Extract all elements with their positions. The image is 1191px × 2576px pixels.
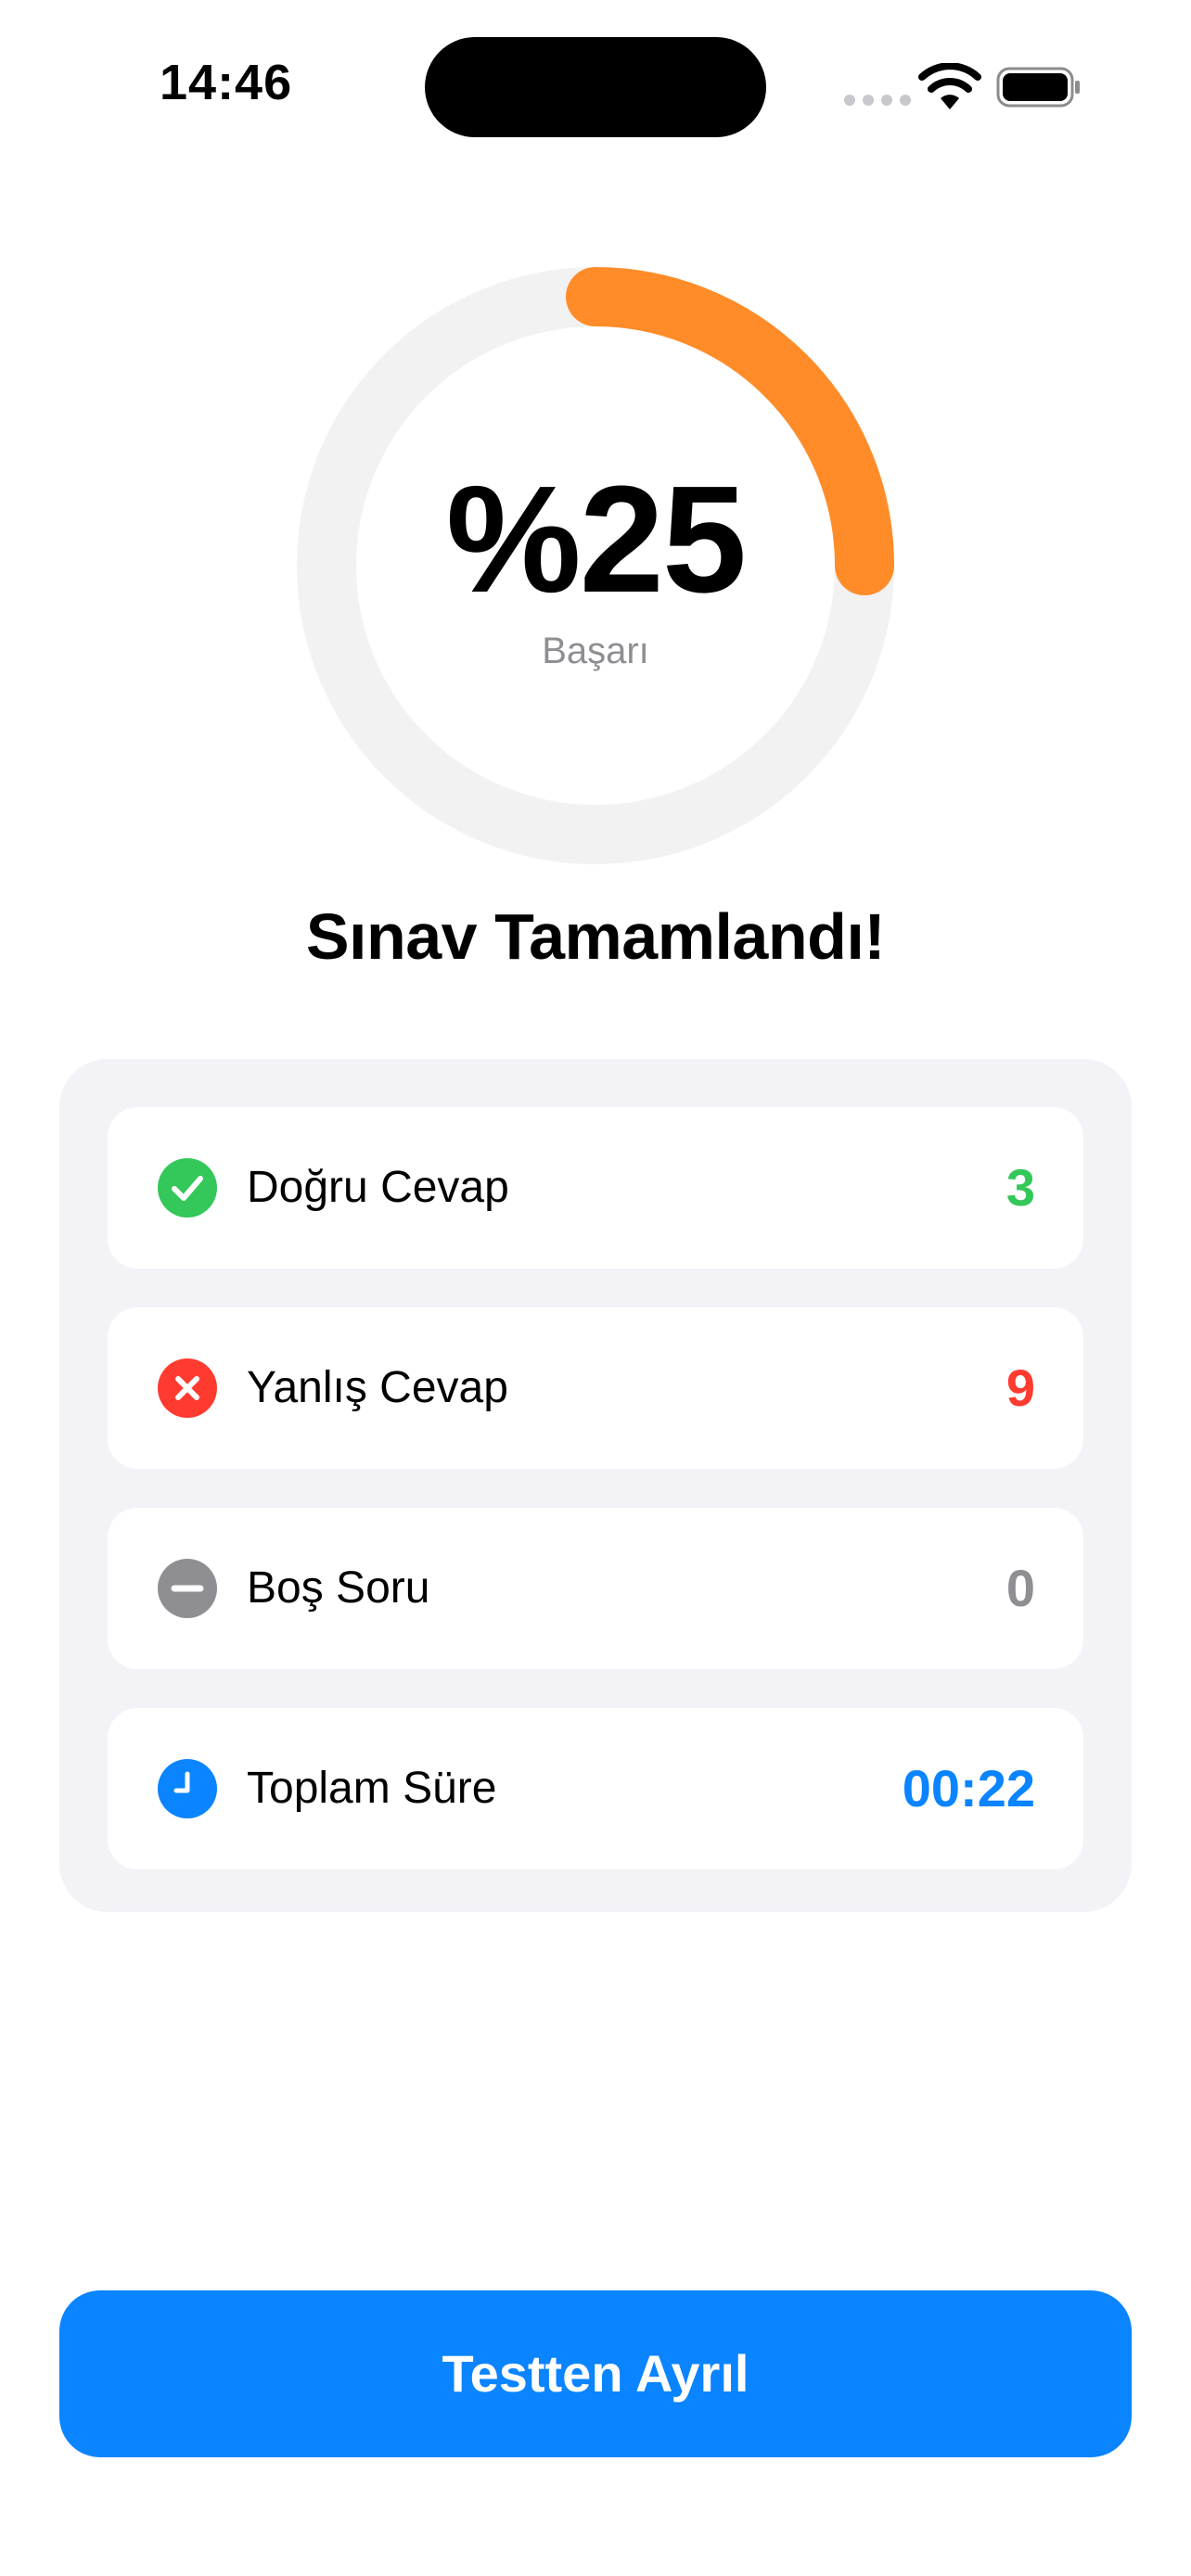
stat-label: Boş Soru [247,1563,430,1613]
leave-test-button[interactable]: Testten Ayrıl [59,2290,1132,2457]
success-percentage: %25 [445,454,747,624]
clock-icon [158,1759,217,1818]
stat-label: Yanlış Cevap [247,1363,508,1412]
status-time: 14:46 [160,55,293,110]
dynamic-island [425,37,766,137]
checkmark-circle-icon [158,1158,217,1218]
stat-value-empty: 0 [1005,1559,1035,1617]
stat-value-duration: 00:22 [902,1759,1035,1817]
stat-value-correct: 3 [1005,1158,1035,1217]
status-bar: 14:46 [0,0,1191,176]
page-title: Sınav Tamamlandı! [305,900,886,973]
success-label: Başarı [542,631,649,671]
results-summary-card: Doğru Cevap 3 Yanlış Cevap 9 Boş Soru 0 [59,1059,1132,1912]
xmark-circle-icon [158,1358,217,1418]
stat-row-wrong: Yanlış Cevap 9 [108,1307,1083,1469]
stat-row-empty: Boş Soru 0 [108,1508,1083,1669]
stat-row-duration: Toplam Süre 00:22 [108,1708,1083,1869]
cellular-signal-icon [844,95,911,106]
minus-circle-icon [158,1559,217,1618]
success-progress-ring: %25 Başarı [297,267,894,864]
wifi-icon [918,63,981,109]
stat-label: Doğru Cevap [247,1163,509,1212]
stat-row-correct: Doğru Cevap 3 [108,1107,1083,1269]
stat-value-wrong: 9 [1005,1358,1035,1417]
battery-icon [996,67,1080,108]
stat-label: Toplam Süre [247,1764,497,1813]
